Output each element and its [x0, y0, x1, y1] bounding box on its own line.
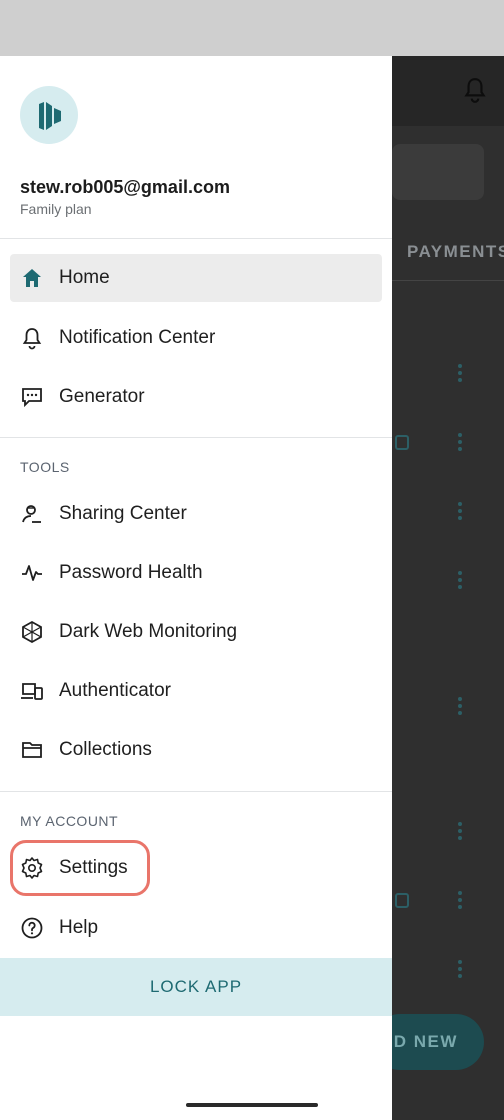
nav-item-notification-center[interactable]: Notification Center	[10, 314, 382, 362]
folder-icon	[22, 742, 42, 758]
nav-item-label: Sharing Center	[59, 503, 187, 524]
divider	[0, 437, 392, 438]
nav-item-label: Collections	[59, 739, 152, 760]
section-title-tools: TOOLS	[20, 459, 70, 475]
nav-item-dark-web-monitoring[interactable]: Dark Web Monitoring	[10, 608, 382, 656]
nav-item-generator[interactable]: Generator	[10, 373, 382, 421]
pulse-icon	[22, 565, 42, 581]
help-icon	[21, 917, 43, 939]
background-divider	[392, 280, 504, 281]
kebab-menu-icon	[452, 362, 468, 384]
avatar	[20, 86, 78, 144]
account-plan: Family plan	[20, 201, 92, 217]
background-search	[392, 144, 484, 200]
kebab-menu-icon	[452, 820, 468, 842]
nav-item-label: Dark Web Monitoring	[59, 621, 238, 642]
settings-highlight	[10, 840, 150, 896]
home-icon	[23, 269, 41, 287]
nav-item-authenticator[interactable]: Authenticator	[10, 667, 382, 715]
section-title-my-account: MY ACCOUNT	[20, 813, 119, 829]
nav-item-label: Notification Center	[59, 327, 216, 348]
copy-icon	[395, 893, 409, 908]
nav-item-home[interactable]: Home	[10, 254, 382, 302]
nav-item-label: Generator	[59, 386, 145, 407]
kebab-menu-icon	[452, 500, 468, 522]
kebab-menu-icon	[452, 958, 468, 980]
nav-item-label: Home	[59, 267, 110, 288]
nav-item-sharing-center[interactable]: Sharing Center	[10, 490, 382, 538]
divider	[0, 238, 392, 239]
kebab-menu-icon	[452, 431, 468, 453]
account-email: stew.rob005@gmail.com	[20, 177, 230, 197]
generator-icon	[22, 388, 42, 408]
home-indicator[interactable]	[186, 1103, 318, 1107]
lock-app-label: LOCK APP	[149, 977, 243, 996]
bell-icon	[22, 328, 42, 350]
divider	[0, 791, 392, 792]
nav-item-label: Password Health	[59, 562, 203, 583]
app-logo-icon	[39, 102, 61, 130]
nav-item-help[interactable]: Help	[10, 904, 382, 952]
status-bar	[0, 0, 504, 56]
background-bell-icon[interactable]	[462, 76, 488, 104]
nav-item-password-health[interactable]: Password Health	[10, 549, 382, 597]
copy-icon	[395, 435, 409, 450]
kebab-menu-icon	[452, 889, 468, 911]
background-tab-payments: PAYMENTS	[407, 242, 504, 261]
navigation-drawer: stew.rob005@gmail.com Family plan Home N…	[0, 56, 392, 1120]
kebab-menu-icon	[452, 569, 468, 591]
nav-item-label: Authenticator	[59, 680, 171, 701]
nav-item-label: Help	[59, 917, 99, 938]
authenticator-icon	[21, 683, 43, 700]
kebab-menu-icon	[452, 695, 468, 717]
nav-item-collections[interactable]: Collections	[10, 726, 382, 774]
lock-app-button[interactable]: LOCK APP	[0, 958, 392, 1016]
dark-web-icon	[22, 620, 42, 644]
sharing-icon	[22, 505, 41, 523]
